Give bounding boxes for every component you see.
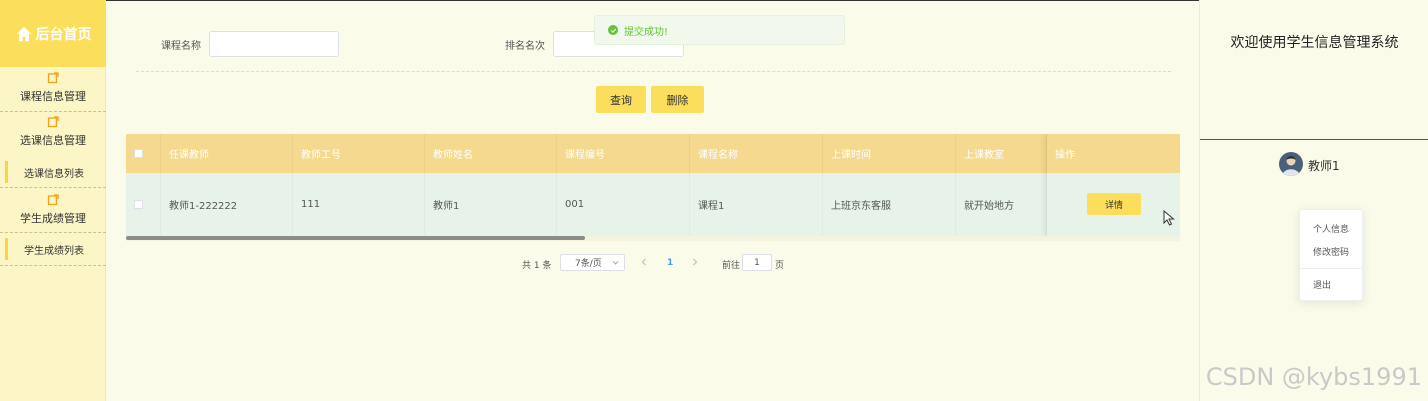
menu-item-change-password[interactable]: 修改密码 [1313,245,1349,258]
prev-page-icon[interactable] [641,258,647,266]
chevron-down-icon [612,261,619,265]
menu-label: 课程信息管理 [20,90,86,103]
mouse-cursor-icon [1163,210,1175,226]
next-page-icon[interactable] [692,258,698,266]
column-header[interactable]: 上课教室 [956,134,1047,173]
brand-home-link[interactable]: 后台首页 [0,0,106,67]
toast-message: 提交成功! [624,26,669,38]
column-header[interactable]: 任课教师 [161,134,293,173]
menu-label: 学生成绩管理 [20,212,86,225]
menu-divider [0,265,106,266]
page-suffix: 页 [775,261,785,271]
row-select-cell [126,173,161,236]
table-row[interactable]: 教师1-222222 111 教师1 001 课程1 上班京东客服 就开始地方 [126,173,1180,236]
menu-divider [0,187,106,188]
cell-course-no: 001 [557,173,690,236]
menu-icon [47,116,59,128]
fixed-column-shadow [1047,134,1180,236]
right-panel: 欢迎使用学生信息管理系统 教师1 个人信息 修改密码 退出 [1199,0,1428,401]
column-header[interactable]: 课程名称 [690,134,823,173]
menu-selection-info[interactable]: 选课信息管理 [0,116,106,148]
page-size-select[interactable]: 7条/页 [560,254,625,271]
cell-course-name: 课程1 [690,173,823,236]
cell-teacher: 教师1-222222 [161,173,293,236]
active-indicator [5,238,8,260]
column-header[interactable]: 课程编号 [557,134,690,173]
success-toast: 提交成功! [594,15,845,45]
brand-label: 后台首页 [35,26,92,43]
course-name-label: 课程名称 [161,41,201,52]
user-dropdown-menu: 个人信息 修改密码 退出 [1299,209,1364,301]
menu-divider [1300,268,1364,269]
menu-score-management[interactable]: 学生成绩管理 [0,194,106,226]
menu-icon [47,194,59,206]
avatar[interactable] [1279,152,1303,176]
current-page[interactable]: 1 [667,258,673,268]
rank-label: 排名名次 [505,41,545,52]
column-header[interactable]: 教师工号 [293,134,425,173]
user-name[interactable]: 教师1 [1308,157,1340,174]
menu-item-profile[interactable]: 个人信息 [1313,222,1349,235]
active-indicator [5,161,8,183]
sidebar-item-label: 选课信息列表 [24,168,84,180]
table-header: 任课教师 教师工号 教师姓名 课程编号 课程名称 上课时间 上课教室 操作 [126,134,1180,173]
check-circle-icon [608,25,618,35]
welcome-title: 欢迎使用学生信息管理系统 [1230,35,1399,51]
menu-item-logout[interactable]: 退出 [1313,278,1331,291]
goto-label: 前往 [722,261,741,271]
cell-time: 上班京东客服 [823,173,956,236]
menu-icon [47,72,59,84]
detail-button[interactable]: 详情 [1087,193,1141,215]
cell-teacher-name: 教师1 [425,173,557,236]
select-all-checkbox[interactable] [134,149,143,158]
goto-input[interactable]: 1 [742,254,772,271]
cell-room: 就开始地方 [956,173,1047,236]
sidebar-item-label: 学生成绩列表 [24,245,84,257]
data-table: 任课教师 教师工号 教师姓名 课程编号 课程名称 上课时间 上课教室 操作 教师… [126,134,1180,241]
query-button[interactable]: 查询 [596,86,646,113]
pagination-total: 共 1 条 [522,261,552,271]
cell-teacher-no: 111 [293,173,425,236]
menu-label: 选课信息管理 [20,134,86,147]
row-checkbox[interactable] [134,200,143,209]
menu-divider [0,111,106,112]
select-all-cell [126,134,161,173]
watermark: CSDN @kybs1991 [1205,363,1422,391]
column-header[interactable]: 教师姓名 [425,134,557,173]
home-icon [16,26,31,41]
column-header[interactable]: 上课时间 [823,134,956,173]
menu-divider [0,232,106,233]
sidebar: 后台首页 课程信息管理 选课信息管理 选课信息列表 学生成绩管理 学生成绩列表 [0,0,106,401]
course-name-input[interactable] [209,31,339,57]
menu-course-info[interactable]: 课程信息管理 [0,72,106,104]
search-divider [136,71,1171,72]
delete-button[interactable]: 删除 [651,86,704,113]
panel-divider [1200,139,1428,140]
page-size-value: 7条/页 [575,259,602,269]
sidebar-item-selection-list[interactable]: 选课信息列表 [0,161,106,183]
horizontal-scrollbar-thumb[interactable] [126,236,585,240]
sidebar-item-score-list[interactable]: 学生成绩列表 [0,238,106,260]
